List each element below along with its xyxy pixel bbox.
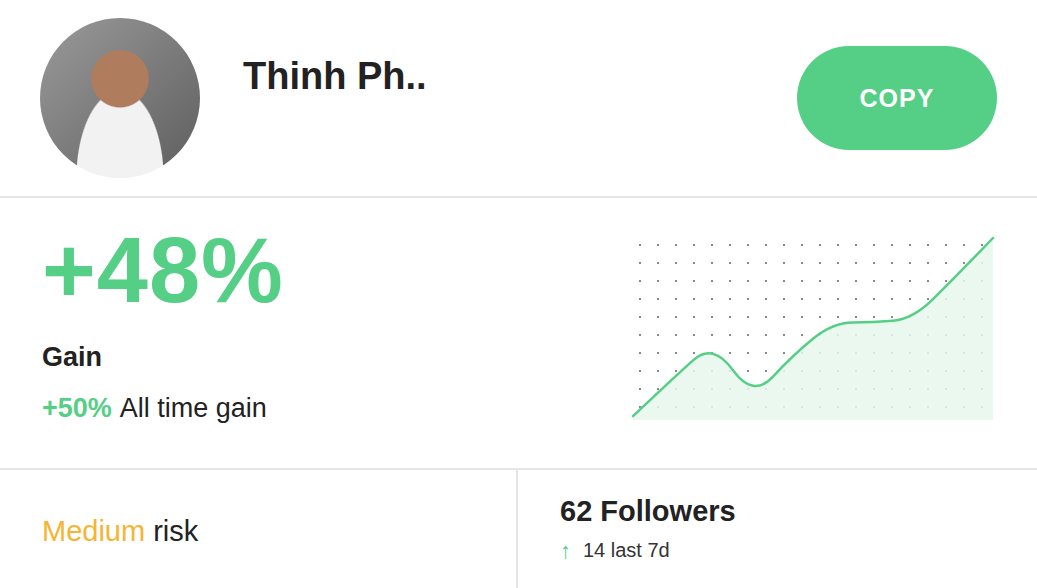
up-arrow-icon: ↑ bbox=[560, 538, 571, 564]
gain-label: Gain bbox=[42, 342, 284, 373]
avatar-photo bbox=[40, 18, 200, 178]
trader-card: Thinh Ph.. COPY +48% Gain +50%All time gain M… bbox=[0, 0, 1037, 588]
copy-button[interactable]: COPY bbox=[797, 46, 997, 150]
followers-count: 62 Followers bbox=[560, 495, 995, 528]
risk-cell: Mediumrisk bbox=[0, 470, 518, 588]
chart-line bbox=[633, 238, 993, 416]
gain-chart-plot bbox=[631, 236, 995, 420]
chart-area bbox=[633, 238, 993, 420]
followers-cell: 62 Followers ↑14 last 7d bbox=[518, 470, 1037, 588]
all-time-gain: +50%All time gain bbox=[42, 393, 284, 424]
stats-row: Mediumrisk 62 Followers ↑14 last 7d bbox=[0, 470, 1037, 588]
followers-delta: ↑14 last 7d bbox=[560, 538, 995, 564]
gain-section: +48% Gain +50%All time gain bbox=[0, 198, 1037, 470]
gain-chart bbox=[631, 236, 995, 420]
trader-header: Thinh Ph.. COPY bbox=[0, 0, 1037, 198]
trader-name: Thinh Ph.. bbox=[243, 55, 427, 98]
gain-value: +48% bbox=[42, 224, 284, 316]
